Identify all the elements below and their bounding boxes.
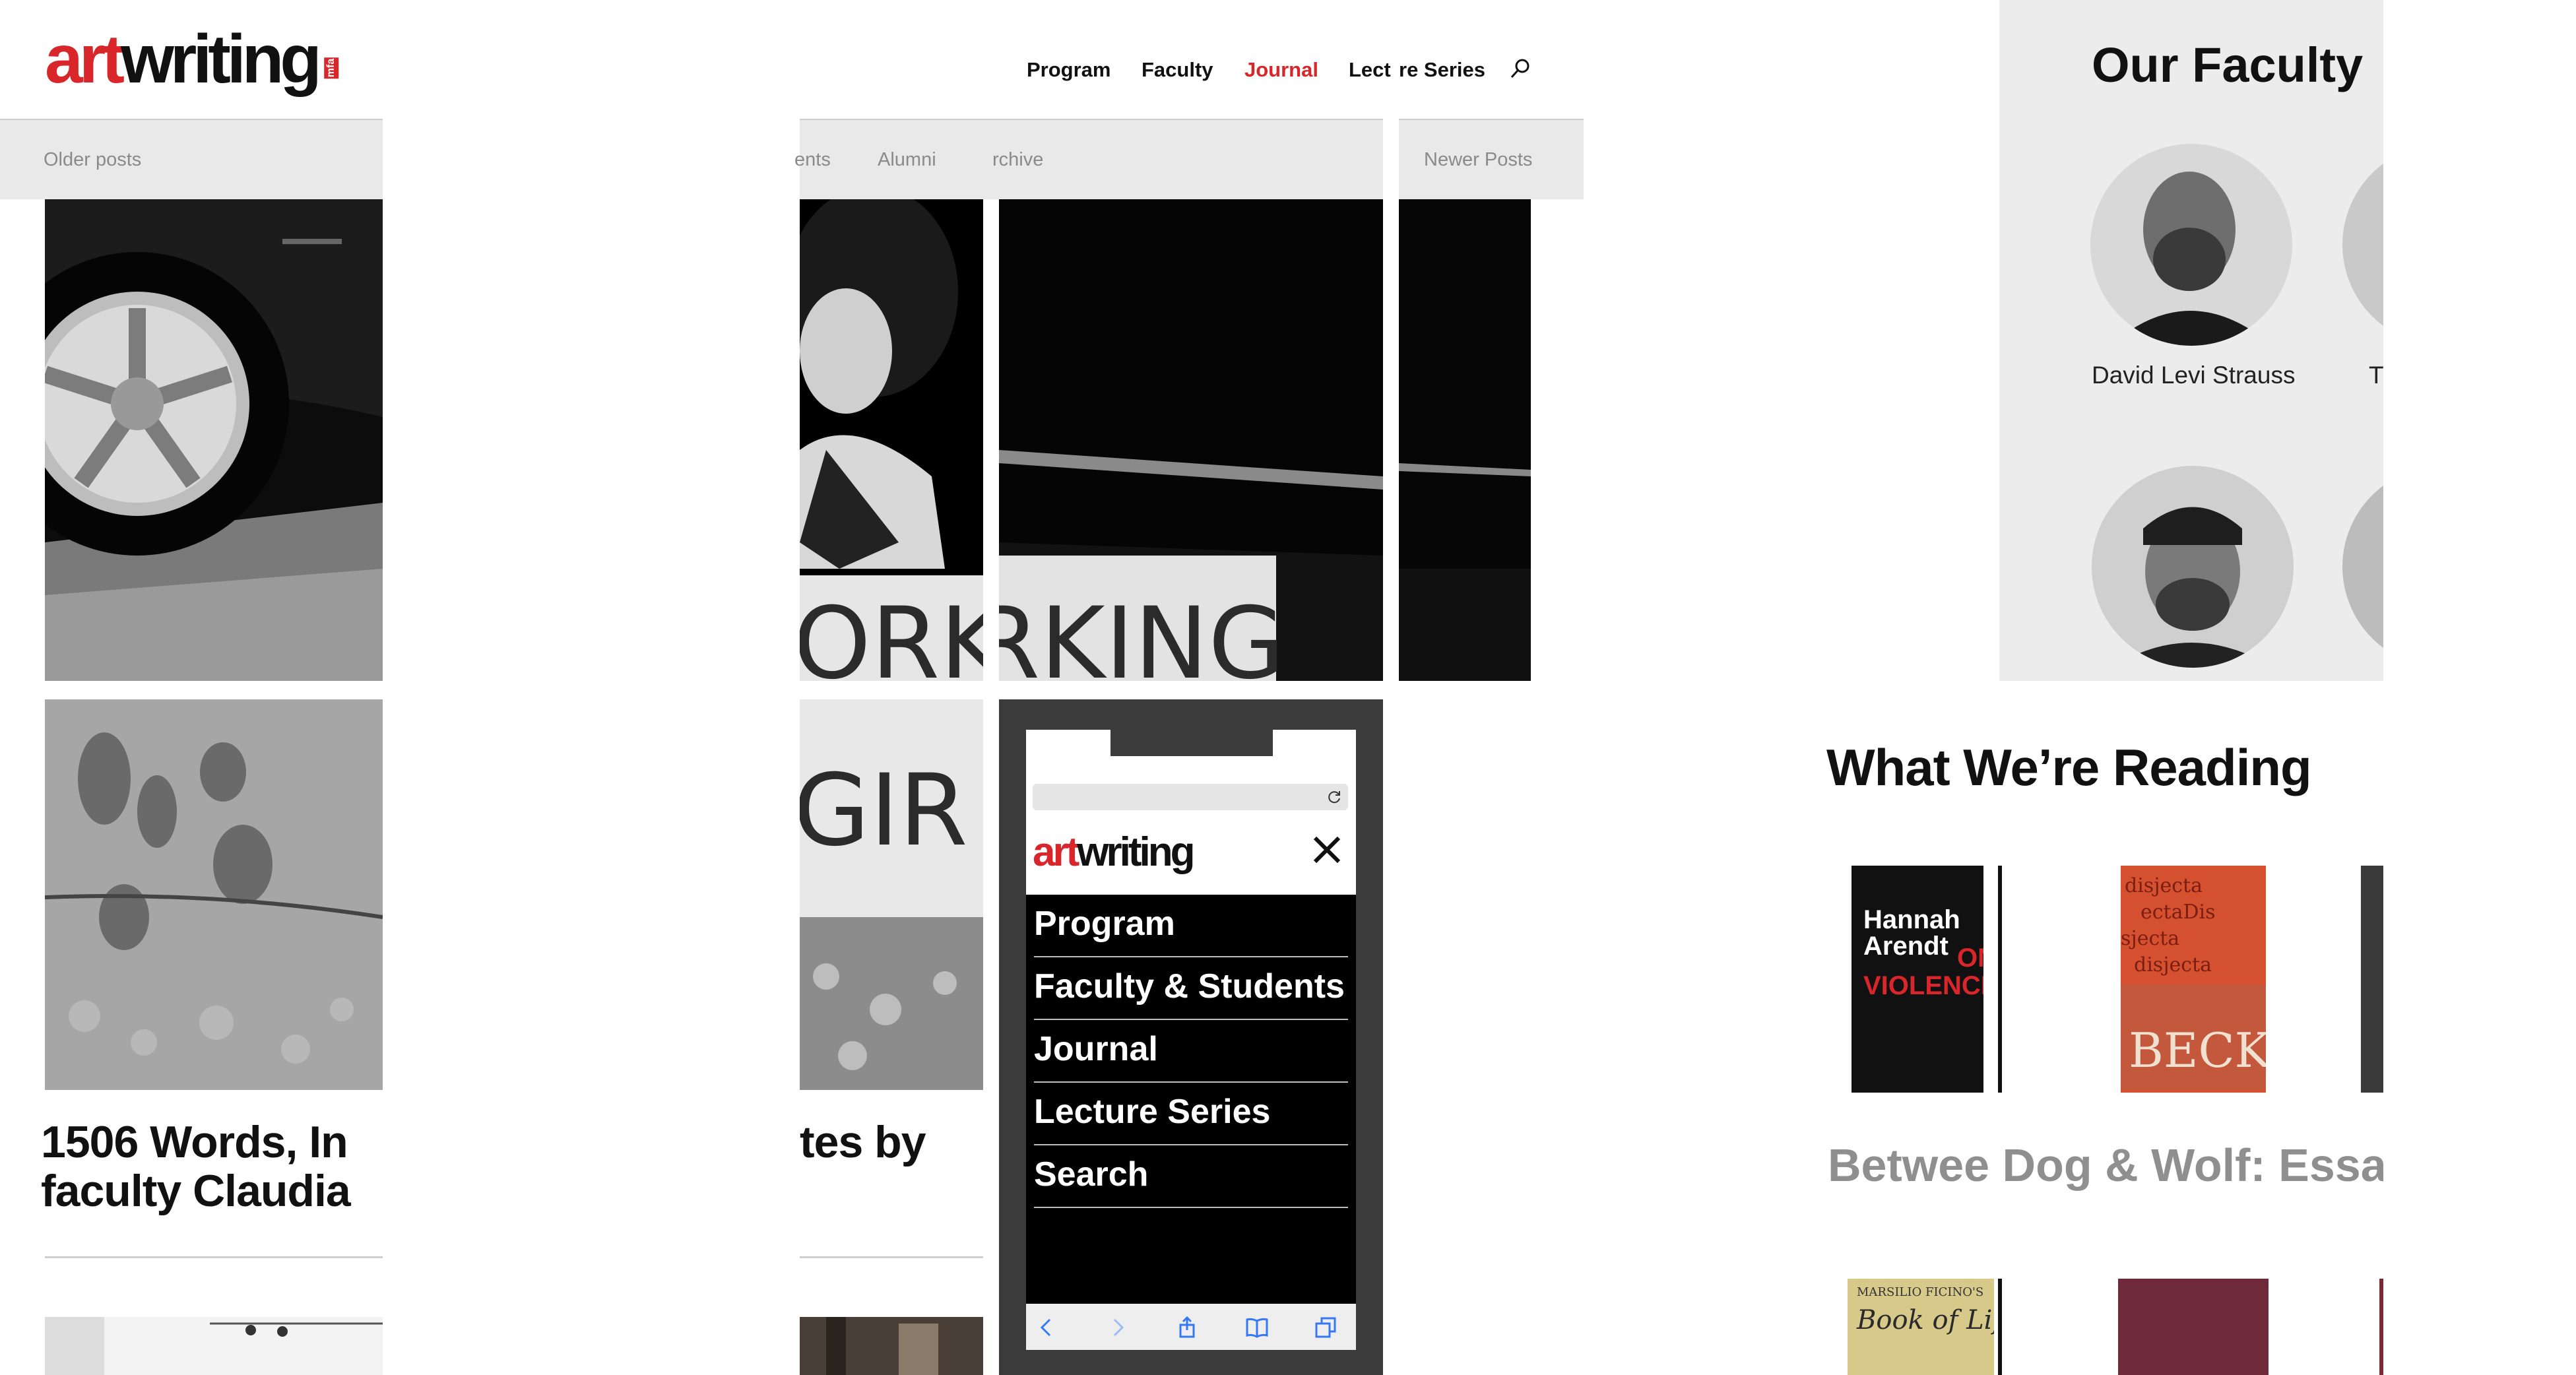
post-headline-left[interactable]: 1506 Words, In faculty Claudia (41, 1118, 383, 1215)
car-sign-image: ORKING (999, 199, 1383, 681)
mobile-browser-toolbar (1026, 1304, 1356, 1350)
back-icon[interactable] (1035, 1316, 1059, 1339)
book-arendt-line4: VIOLENCE (1863, 971, 1983, 1000)
studio-image (800, 1317, 983, 1375)
mobile-menu-journal[interactable]: Journal (1034, 1020, 1348, 1083)
faculty-name-2[interactable]: T (2369, 362, 2383, 389)
book-spine-2 (1998, 1279, 2002, 1375)
sign-text-continued: ORKING (999, 587, 1285, 681)
divider-right (800, 1256, 983, 1258)
book-beckett-title: BECKETT (2129, 1023, 2266, 1078)
faculty-photo-1 (2090, 144, 2292, 346)
faculty-title: Our Faculty (2092, 38, 2364, 92)
sign-text-bottom: GIR (800, 753, 968, 868)
post-photo-footprints[interactable] (45, 699, 383, 1090)
bookmarks-icon[interactable] (1245, 1316, 1269, 1339)
mobile-menu-lecture-series[interactable]: Lecture Series (1034, 1083, 1348, 1145)
tabs-icon[interactable] (1314, 1316, 1337, 1339)
girl-sign-image: GIR (800, 699, 983, 1090)
post-photo-protest[interactable]: ORKING (800, 199, 983, 681)
book-arendt-line3: ON (1957, 943, 1983, 973)
avatar[interactable] (2342, 144, 2383, 346)
book-cover-partial[interactable] (2361, 866, 2383, 1093)
mobile-logo-writing: writing (1077, 829, 1195, 875)
mobile-mockup-screen: artwriting Program Faculty & Students Jo… (1026, 730, 1356, 1350)
avatar[interactable] (2090, 144, 2292, 346)
svg-text:ectaDis: ectaDis (2141, 901, 2216, 924)
subnav-item-alumni[interactable]: Alumni (878, 149, 936, 171)
book-ficino-line1: MARSILIO FICINO'S (1857, 1285, 1984, 1299)
sign-text-top: ORKING (800, 587, 983, 681)
mobile-menu-search[interactable]: Search (1034, 1145, 1348, 1208)
close-icon[interactable] (1311, 834, 1343, 866)
book-cover-partial-2[interactable] (2379, 1279, 2383, 1375)
svg-text:sjecta: sjecta (2121, 927, 2179, 950)
reading-title: What We’re Reading (1826, 738, 2312, 796)
book-cover-beckett[interactable]: disjecta ectaDis sjecta disjecta BECKETT (2121, 866, 2266, 1093)
post-headline-left-line1: 1506 Words, In (41, 1118, 348, 1167)
search-icon[interactable] (1508, 57, 1532, 80)
newer-posts-link[interactable]: Newer Posts (1424, 149, 1532, 171)
svg-text:disjecta: disjecta (2125, 874, 2203, 897)
book-title-between-dog-wolf[interactable]: Betwee Dog & Wolf: Essa (1828, 1139, 2383, 1192)
avatar[interactable] (2342, 466, 2383, 668)
book-cover-ficino[interactable]: MARSILIO FICINO'S Book of Life (1848, 1279, 1994, 1375)
car-edge-image (1399, 199, 1531, 681)
book-arendt-line2: Arendt (1863, 932, 1948, 961)
mobile-notch (1111, 730, 1273, 756)
svg-text:disjecta: disjecta (2134, 953, 2212, 976)
forward-icon[interactable] (1105, 1316, 1129, 1339)
subnav-strip-left: Older posts (0, 119, 383, 199)
footprints-image (45, 699, 383, 1090)
mobile-logo-art: art (1033, 829, 1079, 875)
main-nav: Program Faculty Journal Lect re Series (0, 57, 1584, 83)
book-arendt-line1: Hannah (1863, 905, 1960, 934)
book-ficino-line2: Book of Life (1857, 1305, 1994, 1335)
subnav-strip-right: Newer Posts (1399, 119, 1584, 199)
mobile-menu: Program Faculty & Students Journal Lectu… (1026, 895, 1356, 1304)
nav-program[interactable]: Program (1027, 58, 1111, 82)
post-thumb-gallery[interactable] (45, 1317, 383, 1375)
nav-lecture-series-part2[interactable]: re Series (1399, 58, 1485, 82)
car-wheel-image (45, 199, 383, 681)
subnav-strip-middle: ents Alumni rchive (794, 119, 1383, 199)
book-cover-maroon[interactable] (2118, 1279, 2269, 1375)
post-headline-left-line2: faculty Claudia (41, 1166, 351, 1215)
mobile-menu-faculty-students[interactable]: Faculty & Students (1034, 957, 1348, 1020)
book-arendt-author: Hannah Arendt (1863, 907, 1960, 959)
post-photo-car[interactable] (45, 199, 383, 681)
share-icon[interactable] (1175, 1316, 1199, 1339)
post-photo-car-sign[interactable]: ORKING (999, 199, 1383, 681)
faculty-photo-4 (2342, 466, 2383, 668)
nav-journal[interactable]: Journal (1244, 58, 1318, 82)
post-photo-car-edge[interactable] (1399, 199, 1531, 681)
book-cover-arendt[interactable]: Hannah Arendt ON VIOLENCE (1852, 866, 1983, 1093)
faculty-photo-3 (2092, 466, 2294, 668)
faculty-photo-2 (2342, 144, 2383, 346)
subnav-item-students[interactable]: ents (794, 149, 831, 171)
divider-left (45, 1256, 383, 1258)
mobile-logo[interactable]: artwriting (1033, 829, 1195, 876)
mobile-url-bar[interactable] (1033, 784, 1348, 810)
mobile-menu-program[interactable]: Program (1034, 895, 1348, 957)
nav-faculty[interactable]: Faculty (1142, 58, 1213, 82)
older-posts-link[interactable]: Older posts (44, 149, 141, 171)
nav-lecture-series-part1[interactable]: Lect (1349, 58, 1391, 82)
reload-icon[interactable] (1327, 789, 1343, 805)
gallery-image (45, 1317, 383, 1375)
faculty-panel: Our Faculty David Levi Strauss T (1999, 0, 2383, 681)
post-thumb-studio[interactable] (800, 1317, 983, 1375)
post-photo-girl-sign[interactable]: GIR (800, 699, 983, 1090)
protest-woman-image: ORKING (800, 199, 983, 681)
book-spine (1998, 866, 2002, 1093)
avatar[interactable] (2092, 466, 2294, 668)
subnav-item-archive[interactable]: rchive (992, 149, 1043, 171)
faculty-name-1[interactable]: David Levi Strauss (2092, 362, 2295, 389)
post-headline-right[interactable]: tes by (800, 1118, 998, 1167)
